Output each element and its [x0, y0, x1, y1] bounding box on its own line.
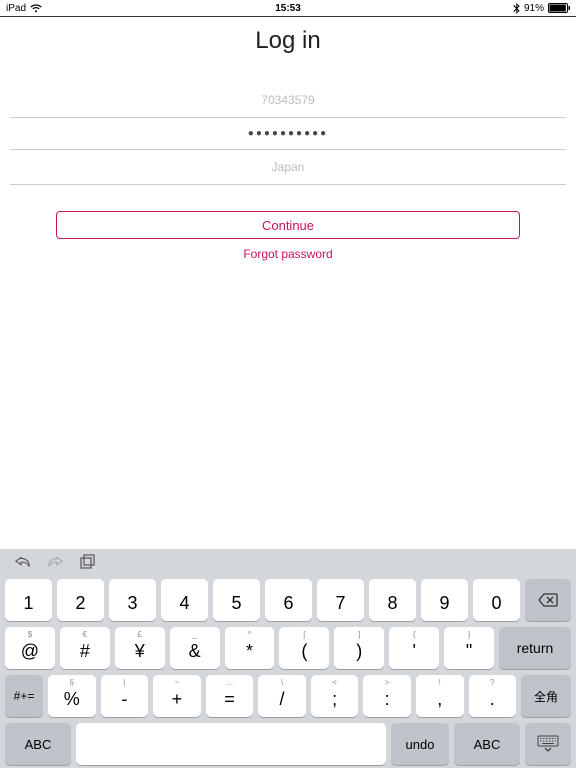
key-"[interactable]: }" [444, 627, 494, 669]
status-time: 15:53 [275, 3, 301, 14]
key-4[interactable]: 4 [161, 579, 208, 621]
key-'[interactable]: {' [389, 627, 439, 669]
battery-icon [548, 3, 570, 13]
key-;[interactable]: <; [311, 675, 359, 717]
backspace-key[interactable] [525, 579, 571, 621]
key-0[interactable]: 0 [473, 579, 520, 621]
wifi-icon [30, 4, 42, 13]
key-5[interactable]: 5 [213, 579, 260, 621]
keyboard-row-bottom: ABC undo ABC [0, 723, 576, 765]
key-¥[interactable]: £¥ [115, 627, 165, 669]
continue-button[interactable]: Continue [56, 211, 520, 239]
key-7[interactable]: 7 [317, 579, 364, 621]
key-/[interactable]: \/ [258, 675, 306, 717]
key-,[interactable]: !, [416, 675, 464, 717]
key-:[interactable]: >: [363, 675, 411, 717]
key-+[interactable]: ~+ [153, 675, 201, 717]
keyboard-row-1: 1234567890 [0, 579, 576, 621]
key-#[interactable]: €# [60, 627, 110, 669]
key-2[interactable]: 2 [57, 579, 104, 621]
key-@[interactable]: $@ [5, 627, 55, 669]
login-form: 70343579 ●●●●●●●●●● Japan Continue Forgo… [0, 83, 576, 261]
region-field[interactable]: Japan [10, 150, 566, 185]
key-=[interactable]: …= [206, 675, 254, 717]
keyboard-row-2: $@€#£¥_&^*[(]){'}"return [0, 627, 576, 669]
forgot-password-link[interactable]: Forgot password [10, 247, 566, 261]
symbol-toggle-key[interactable]: #+= [5, 675, 43, 717]
key-.[interactable]: ?. [469, 675, 517, 717]
dismiss-keyboard-key[interactable] [525, 723, 571, 765]
key-)[interactable]: ]) [334, 627, 384, 669]
undo-icon[interactable] [14, 554, 32, 575]
abc-key-right[interactable]: ABC [454, 723, 520, 765]
abc-key-left[interactable]: ABC [5, 723, 71, 765]
key-%[interactable]: §% [48, 675, 96, 717]
key-9[interactable]: 9 [421, 579, 468, 621]
carrier-label: iPad [6, 3, 26, 14]
key-1[interactable]: 1 [5, 579, 52, 621]
keyboard-toolbar [0, 549, 576, 579]
redo-icon[interactable] [46, 554, 64, 575]
password-field[interactable]: ●●●●●●●●●● [10, 118, 566, 150]
key--[interactable]: |- [101, 675, 149, 717]
keyboard-row-3: #+=§%|-~+…=\/<;>:!,?.全角 [0, 675, 576, 717]
zenkaku-key[interactable]: 全角 [521, 675, 571, 717]
key-3[interactable]: 3 [109, 579, 156, 621]
clipboard-icon[interactable] [78, 554, 96, 575]
page-title: Log in [0, 27, 576, 55]
bluetooth-icon [513, 3, 520, 14]
header-divider [0, 16, 576, 17]
battery-percent: 91% [524, 3, 544, 14]
key-&[interactable]: _& [170, 627, 220, 669]
key-8[interactable]: 8 [369, 579, 416, 621]
username-field[interactable]: 70343579 [10, 83, 566, 118]
space-key[interactable] [76, 723, 386, 765]
key-([interactable]: [( [279, 627, 329, 669]
key-*[interactable]: ^* [225, 627, 275, 669]
key-6[interactable]: 6 [265, 579, 312, 621]
keyboard: 1234567890 $@€#£¥_&^*[(]){'}"return #+=§… [0, 549, 576, 768]
undo-key[interactable]: undo [391, 723, 449, 765]
return-key[interactable]: return [499, 627, 571, 669]
status-bar: iPad 15:53 91% [0, 0, 576, 16]
